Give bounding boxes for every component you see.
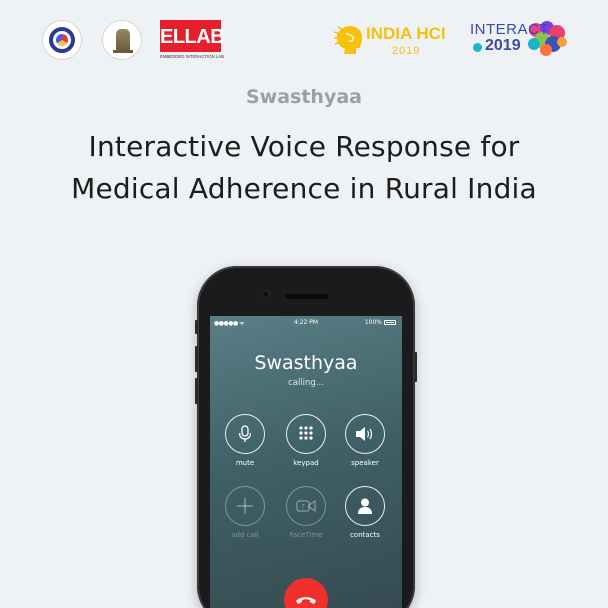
add-call-button[interactable]: add call	[222, 486, 268, 539]
end-call-button[interactable]	[284, 578, 328, 608]
svg-text:?: ?	[301, 503, 305, 511]
speaker-button[interactable]: speaker	[342, 414, 388, 467]
end-call-icon	[296, 597, 316, 604]
emblem-base	[113, 50, 133, 53]
status-bar: ●●●●● ᯤ 4:22 PM 100%	[210, 319, 402, 331]
institute-logo-core	[56, 34, 68, 46]
phone-volume-up	[195, 346, 198, 372]
institute-logo	[42, 20, 82, 60]
contacts-icon	[358, 498, 372, 514]
interact-name: INTERACT	[470, 21, 549, 38]
phone-power-button	[414, 352, 417, 382]
head-silhouette-icon	[334, 26, 363, 54]
contacts-button[interactable]: contacts	[342, 486, 388, 539]
keypad-button[interactable]: keypad	[283, 414, 329, 467]
speaker-label: speaker	[351, 459, 379, 467]
facetime-icon: ?	[296, 499, 316, 513]
microphone-icon	[238, 425, 252, 442]
keypad-icon	[299, 426, 313, 440]
logo-bar: ELLAB EMBEDDED INTERACTION LAB INDIA HCI…	[0, 0, 608, 80]
indiahci-name: INDIA HCI	[366, 24, 446, 43]
title-line-1: Interactive Voice Response for	[88, 130, 520, 163]
battery-icon	[384, 320, 396, 325]
speaker-icon	[356, 427, 373, 441]
interact-dot	[473, 43, 482, 52]
plus-icon	[237, 498, 253, 514]
ministry-emblem-logo	[102, 20, 142, 60]
ellab-logo: ELLAB EMBEDDED INTERACTION LAB	[160, 20, 225, 62]
phone-mockup: ●●●●● ᯤ 4:22 PM 100% Swasthyaa calling..…	[195, 266, 417, 608]
mute-button[interactable]: mute	[222, 414, 268, 467]
keypad-label: keypad	[293, 459, 319, 467]
facetime-label: FaceTime	[289, 531, 323, 539]
battery-percent: 100%	[364, 319, 382, 326]
page-title: Interactive Voice Response for Medical A…	[20, 126, 588, 210]
facetime-button[interactable]: ? FaceTime	[283, 486, 329, 539]
front-camera	[261, 290, 270, 299]
interact-logo: INTERACT 2019	[470, 18, 570, 62]
earpiece	[285, 294, 329, 299]
phone-side-button	[195, 320, 198, 334]
mute-label: mute	[235, 459, 255, 467]
call-status: calling...	[288, 378, 324, 388]
ellab-logo-text: ELLAB	[160, 20, 225, 52]
interact-year: 2019	[485, 37, 521, 54]
call-screen: ●●●●● ᯤ 4:22 PM 100% Swasthyaa calling..…	[210, 316, 402, 608]
add-call-label: add call	[231, 531, 259, 539]
brand-name: Swasthyaa	[245, 86, 362, 108]
contacts-label: contacts	[350, 531, 380, 539]
indiahci-year: 2019	[392, 45, 421, 57]
title-line-2: Medical Adherence in Rural India	[71, 172, 537, 205]
ellab-logo-subtitle: EMBEDDED INTERACTION LAB	[160, 54, 224, 59]
phone-volume-down	[195, 378, 198, 404]
caller-name: Swasthyaa	[254, 352, 358, 374]
indiahci-logo: INDIA HCI 2019	[334, 22, 458, 62]
emblem-icon	[116, 29, 130, 51]
